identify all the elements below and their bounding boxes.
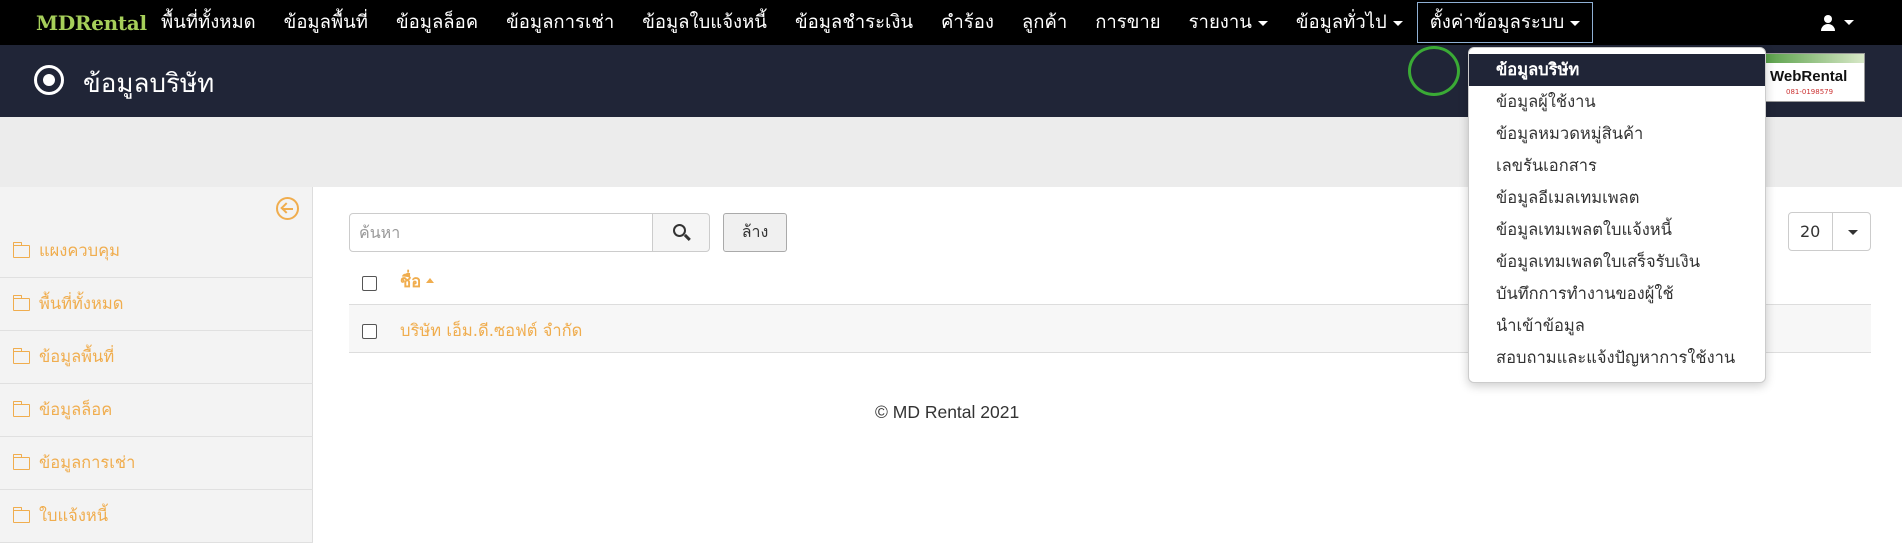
nav-item-rental-info[interactable]: ข้อมูลการเช่า [492, 0, 628, 45]
nav-item-lock-info[interactable]: ข้อมูลล็อค [382, 0, 492, 45]
menu-item-company-info[interactable]: ข้อมูลบริษัท [1469, 54, 1765, 86]
nav-item-reports[interactable]: รายงาน [1175, 0, 1282, 45]
menu-item-support[interactable]: สอบถามและแจ้งปัญหาการใช้งาน [1469, 342, 1765, 374]
company-logo: WebRental 081-0198579 [1765, 53, 1865, 102]
search-icon-handle [684, 233, 691, 241]
top-navbar: MDRental พื้นที่ทั้งหมด ข้อมูลพื้นที่ ข้… [0, 0, 1902, 45]
chevron-down-icon [1392, 20, 1403, 26]
nav-item-requests[interactable]: คำร้อง [927, 0, 1008, 45]
chevron-down-icon [1844, 20, 1854, 25]
nav-item-label: ข้อมูลชำระเงิน [794, 12, 914, 33]
sidebar-item-label: พื้นที่ทั้งหมด [39, 294, 124, 313]
nav-menu: พื้นที่ทั้งหมด ข้อมูลพื้นที่ ข้อมูลล็อค … [147, 0, 1594, 45]
menu-item-document-running-number[interactable]: เลขรันเอกสาร [1469, 150, 1765, 182]
click-indicator [1408, 46, 1460, 96]
sidebar-item-all-areas[interactable]: พื้นที่ทั้งหมด [0, 278, 313, 331]
row-checkbox[interactable] [362, 324, 377, 339]
column-header-label: ชื่อ [400, 272, 422, 291]
sidebar-item-invoices[interactable]: ใบแจ้งหนี้ [0, 490, 313, 543]
nav-item-label: พื้นที่ทั้งหมด [161, 12, 256, 33]
nav-item-label: ข้อมูลใบแจ้งหนี้ [642, 12, 767, 33]
chevron-down-icon [1570, 20, 1581, 26]
folder-icon [12, 241, 30, 258]
nav-item-label: รายงาน [1188, 12, 1252, 33]
nav-item-customers[interactable]: ลูกค้า [1008, 0, 1081, 45]
user-menu-toggle[interactable] [1820, 0, 1854, 45]
nav-item-system-settings[interactable]: ตั้งค่าข้อมูลระบบ [1416, 2, 1594, 43]
folder-icon [12, 453, 30, 470]
sidebar-item-label: ใบแจ้งหนี้ [39, 506, 109, 525]
search-input[interactable] [349, 213, 653, 252]
sidebar-item-label: ข้อมูลการเช่า [39, 453, 136, 472]
menu-item-user-info[interactable]: ข้อมูลผู้ใช้งาน [1469, 86, 1765, 118]
column-header-name[interactable]: ชื่อ [400, 269, 435, 295]
folder-icon [12, 294, 30, 311]
chevron-down-icon [1257, 20, 1268, 26]
menu-item-receipt-templates[interactable]: ข้อมูลเทมเพลตใบเสร็จรับเงิน [1469, 246, 1765, 278]
nav-item-label: การขาย [1095, 12, 1161, 33]
nav-item-label: ข้อมูลการเช่า [506, 12, 615, 33]
sort-asc-icon [426, 278, 435, 283]
nav-item-all-areas[interactable]: พื้นที่ทั้งหมด [147, 0, 270, 45]
logo-text: WebRental [1770, 68, 1848, 85]
search-button[interactable] [652, 213, 710, 252]
sidebar-item-label: ข้อมูลล็อค [39, 400, 113, 419]
nav-item-label: ข้อมูลทั่วไป [1295, 12, 1387, 33]
collapse-sidebar-icon[interactable] [276, 197, 299, 220]
folder-icon [12, 347, 30, 364]
menu-item-invoice-templates[interactable]: ข้อมูลเทมเพลตใบแจ้งหนี้ [1469, 214, 1765, 246]
nav-item-label: ตั้งค่าข้อมูลระบบ [1429, 12, 1565, 33]
sidebar-item-rental-info[interactable]: ข้อมูลการเช่า [0, 437, 313, 490]
sidebar-item-label: แผงควบคุม [39, 241, 121, 260]
sidebar: แผงควบคุม พื้นที่ทั้งหมด ข้อมูลพื้นที่ ข… [0, 187, 313, 543]
brand-logo[interactable]: MDRental [36, 11, 147, 35]
settings-dropdown-menu: ข้อมูลบริษัท ข้อมูลผู้ใช้งาน ข้อมูลหมวดห… [1468, 47, 1766, 383]
chevron-down-icon [1848, 230, 1858, 235]
folder-icon [12, 400, 30, 417]
select-all-checkbox[interactable] [362, 276, 377, 291]
company-name-link[interactable]: บริษัท เอ็ม.ดี.ซอฟต์ จำกัด [400, 318, 582, 344]
sidebar-item-area-info[interactable]: ข้อมูลพื้นที่ [0, 331, 313, 384]
nav-item-area-info[interactable]: ข้อมูลพื้นที่ [270, 0, 382, 45]
user-icon [1820, 14, 1836, 31]
menu-item-user-activity-log[interactable]: บันทึกการทำงานของผู้ใช้ [1469, 278, 1765, 310]
page-size-value: 20 [1800, 222, 1821, 241]
nav-item-label: ข้อมูลพื้นที่ [283, 12, 368, 33]
page-title: ข้อมูลบริษัท [83, 69, 215, 99]
logo-stripe [1766, 54, 1864, 63]
divider [1832, 213, 1833, 250]
menu-item-import-data[interactable]: นำเข้าข้อมูล [1469, 310, 1765, 342]
nav-item-label: คำร้อง [941, 12, 994, 33]
page-size-select[interactable]: 20 [1788, 212, 1871, 251]
dot-circle-icon [34, 65, 64, 95]
nav-item-invoice-info[interactable]: ข้อมูลใบแจ้งหนี้ [628, 0, 781, 45]
menu-item-email-templates[interactable]: ข้อมูลอีเมลเทมเพลต [1469, 182, 1765, 214]
nav-item-sales[interactable]: การขาย [1081, 0, 1174, 45]
sidebar-item-lock-info[interactable]: ข้อมูลล็อค [0, 384, 313, 437]
menu-item-product-categories[interactable]: ข้อมูลหมวดหมู่สินค้า [1469, 118, 1765, 150]
footer-copyright: © MD Rental 2021 [875, 402, 1020, 422]
clear-button[interactable]: ล้าง [723, 213, 787, 252]
nav-item-label: ลูกค้า [1021, 12, 1068, 33]
nav-item-label: ข้อมูลล็อค [396, 12, 479, 33]
nav-item-general-info[interactable]: ข้อมูลทั่วไป [1282, 0, 1417, 45]
logo-phone: 081-0198579 [1786, 88, 1834, 96]
sidebar-item-label: ข้อมูลพื้นที่ [39, 347, 115, 366]
folder-icon [12, 506, 30, 523]
sidebar-item-dashboard[interactable]: แผงควบคุม [0, 225, 313, 278]
nav-item-payment-info[interactable]: ข้อมูลชำระเงิน [781, 0, 927, 45]
